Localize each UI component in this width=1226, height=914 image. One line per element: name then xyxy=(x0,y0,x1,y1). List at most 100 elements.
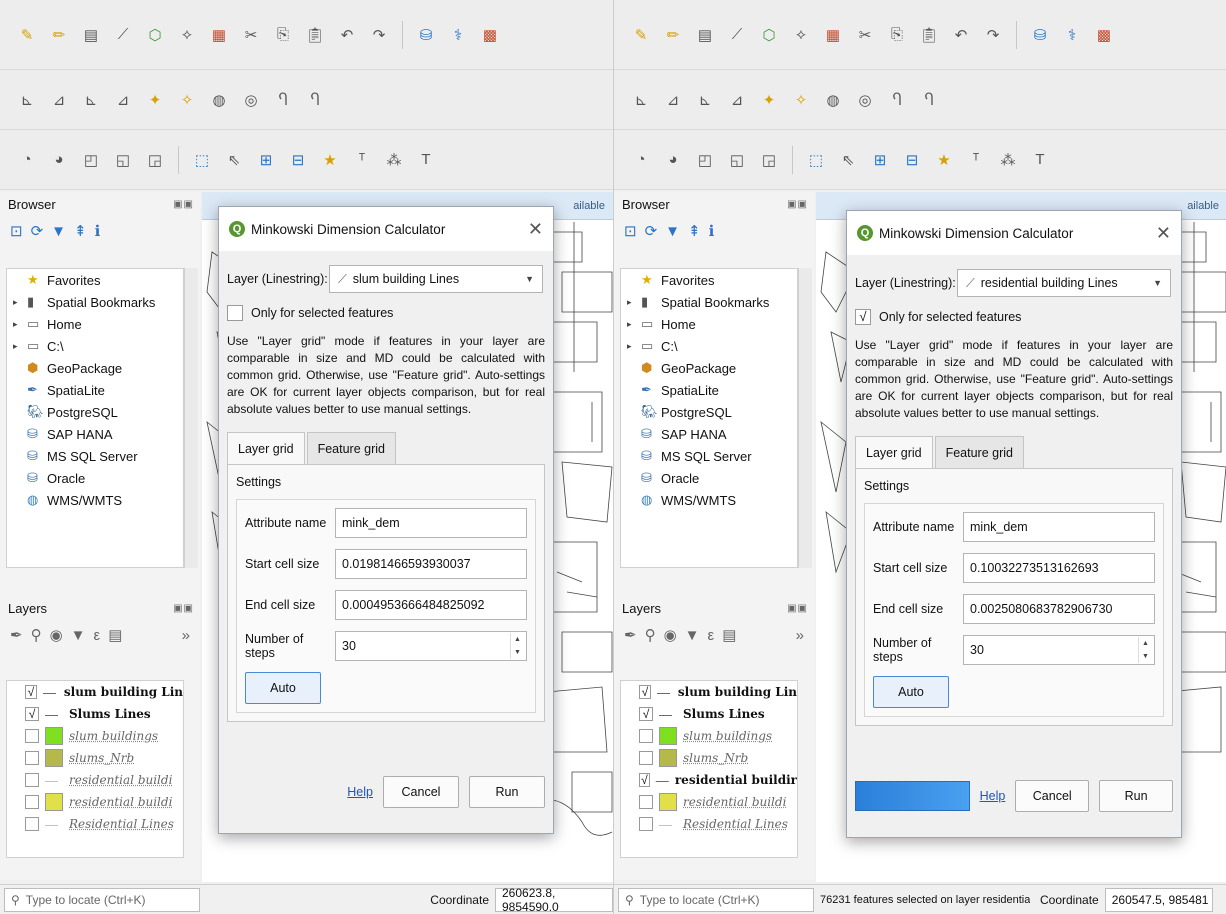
end-cell-input[interactable]: 0.0025080683782906730 xyxy=(963,594,1155,624)
browser-item[interactable]: ✒ SpatiaLite xyxy=(621,379,797,401)
highlight-icon[interactable]: ✦ xyxy=(142,87,168,113)
save-edits-icon[interactable]: ▤ xyxy=(78,22,104,48)
browser-item[interactable]: 🐘︎ PostgreSQL xyxy=(7,401,183,423)
browser-item[interactable]: ◍ WMS/WMTS xyxy=(621,489,797,511)
browser-item[interactable]: ⛁ SAP HANA xyxy=(621,423,797,445)
add-ring-icon[interactable]: ⊟ xyxy=(899,147,925,173)
paste-features-icon[interactable]: 📋︎ xyxy=(916,22,942,48)
plugin-icon[interactable]: ▩ xyxy=(477,22,503,48)
browser-item[interactable]: ★ Favorites xyxy=(7,269,183,291)
browser-item[interactable]: ★ Favorites xyxy=(621,269,797,291)
fill-ring-icon[interactable]: ◍ xyxy=(206,87,232,113)
tab-layer-grid[interactable]: Layer grid xyxy=(855,436,933,468)
pin-labels-icon[interactable]: ⁂ xyxy=(995,147,1021,173)
dock-buttons-icon[interactable]: ▣▣ xyxy=(173,603,194,614)
style-icon[interactable]: ✒ xyxy=(10,626,23,644)
expression-filter-icon[interactable]: ε xyxy=(708,627,715,644)
snap-edge-icon[interactable]: ⊿ xyxy=(724,87,750,113)
shape-arc-icon[interactable]: ◲ xyxy=(756,147,782,173)
layer-combobox[interactable]: ⟋ slum building Lines ▼ xyxy=(329,265,543,293)
dock-buttons-icon[interactable]: ▣▣ xyxy=(787,199,808,210)
add-selected-icon[interactable]: ⊡ xyxy=(10,222,23,240)
filter-legend-icon[interactable]: ▼ xyxy=(685,627,700,644)
layer-visibility-checkbox[interactable]: √ xyxy=(25,685,37,699)
browser-item[interactable]: ◍ WMS/WMTS xyxy=(7,489,183,511)
select-features-icon[interactable]: ⬚ xyxy=(189,147,215,173)
layer-item[interactable]: residential buildi xyxy=(7,791,183,813)
cut-features-icon[interactable]: ✂ xyxy=(852,22,878,48)
layer-combobox[interactable]: ⟋ residential building Lines ▼ xyxy=(957,269,1171,297)
add-part-icon[interactable]: ⊞ xyxy=(867,147,893,173)
steps-spinbox[interactable]: 30 ▲ ▼ xyxy=(963,635,1155,665)
auto-button[interactable]: Auto xyxy=(873,676,949,708)
info-icon[interactable]: ℹ xyxy=(709,222,715,240)
filter-icon[interactable]: ▼ xyxy=(665,223,680,240)
snap-vertex-icon[interactable]: ⊿ xyxy=(660,87,686,113)
shape-circle-icon[interactable]: ◔ xyxy=(14,147,40,173)
locator-bar[interactable]: ⚲ Type to locate (Ctrl+K) xyxy=(4,887,200,912)
info-icon[interactable]: ℹ xyxy=(95,222,101,240)
layer-visibility-checkbox[interactable] xyxy=(25,729,39,743)
browser-item[interactable]: ⬢ GeoPackage xyxy=(7,357,183,379)
dock-buttons-icon[interactable]: ▣▣ xyxy=(787,603,808,614)
star-tool-icon[interactable]: ★ xyxy=(931,147,957,173)
save-edits-icon[interactable]: ▤ xyxy=(692,22,718,48)
layer-item[interactable]: √ — Slums Lines xyxy=(7,703,183,725)
locator-bar[interactable]: ⚲ Type to locate (Ctrl+K) xyxy=(618,887,814,912)
delete-selected-icon[interactable]: ▦ xyxy=(820,22,846,48)
spin-arrows-icon[interactable]: ▲ ▼ xyxy=(1138,637,1152,663)
collapse-icon[interactable]: ⇞ xyxy=(688,222,701,240)
collapse-icon[interactable]: ⇞ xyxy=(74,222,87,240)
layer-item[interactable]: √ — slum building Lin xyxy=(621,681,797,703)
spin-arrows-icon[interactable]: ▲ ▼ xyxy=(510,633,524,659)
layer-visibility-checkbox[interactable]: √ xyxy=(639,707,653,721)
start-cell-input[interactable]: 0.10032273513162693 xyxy=(963,553,1155,583)
layer-item[interactable]: slums_Nrb xyxy=(7,747,183,769)
refresh-icon[interactable]: ⟳ xyxy=(645,222,658,240)
snap-icon[interactable]: ⊾ xyxy=(628,87,654,113)
fill-ring-icon[interactable]: ◍ xyxy=(820,87,846,113)
copy-features-icon[interactable]: ⎘ xyxy=(884,22,910,48)
run-button[interactable]: Run xyxy=(1099,780,1174,812)
layer-item[interactable]: — Residential Lines xyxy=(7,813,183,835)
coordinate-field[interactable]: 260547.5, 985481 xyxy=(1104,887,1213,912)
layer-visibility-checkbox[interactable] xyxy=(639,751,653,765)
offset-curve-alt-icon[interactable]: Ⴄ xyxy=(916,87,942,113)
browser-scrollbar[interactable] xyxy=(798,268,812,568)
shape-poly-icon[interactable]: ◱ xyxy=(724,147,750,173)
offset-curve-icon[interactable]: Ⴄ xyxy=(884,87,910,113)
layer-visibility-checkbox[interactable]: √ xyxy=(639,685,651,699)
plugin-icon[interactable]: ▩ xyxy=(1091,22,1117,48)
shape-arc-icon[interactable]: ◲ xyxy=(142,147,168,173)
vertex-tool-icon[interactable]: ⟡ xyxy=(174,22,200,48)
tab-feature-grid[interactable]: Feature grid xyxy=(306,432,396,464)
layer-visibility-checkbox[interactable] xyxy=(25,751,39,765)
browser-item[interactable]: ▸ ▭ C:\ xyxy=(621,335,797,357)
digitize-line-icon[interactable]: ⟋ xyxy=(110,22,136,48)
undo-icon[interactable]: ↶ xyxy=(334,22,360,48)
browser-item[interactable]: ▸ ▮ Spatial Bookmarks xyxy=(621,291,797,313)
pencil-icon[interactable]: ✏ xyxy=(46,22,72,48)
coordinate-field[interactable]: 260623.8, 9854590.0 xyxy=(495,886,613,914)
dock-buttons-icon[interactable]: ▣▣ xyxy=(173,199,194,210)
browser-item[interactable]: ▸ ▭ C:\ xyxy=(7,335,183,357)
start-cell-input[interactable]: 0.01981466593930037 xyxy=(335,549,527,579)
label-tool-icon[interactable]: ᵀ xyxy=(349,147,375,173)
pointer-icon[interactable]: ⇖ xyxy=(835,147,861,173)
attribute-input[interactable]: mink_dem xyxy=(335,508,527,538)
add-part-icon[interactable]: ⊞ xyxy=(253,147,279,173)
text-annotation-icon[interactable]: T xyxy=(1027,147,1053,173)
layer-visibility-checkbox[interactable] xyxy=(25,773,39,787)
offset-curve-icon[interactable]: Ⴄ xyxy=(270,87,296,113)
redo-icon[interactable]: ↷ xyxy=(980,22,1006,48)
browser-item[interactable]: ▸ ▭ Home xyxy=(621,313,797,335)
pin-labels-icon[interactable]: ⁂ xyxy=(381,147,407,173)
layer-item[interactable]: slums_Nrb xyxy=(621,747,797,769)
star-tool-icon[interactable]: ★ xyxy=(317,147,343,173)
digitize-line-icon[interactable]: ⟋ xyxy=(724,22,750,48)
layer-item[interactable]: slum buildings xyxy=(7,725,183,747)
shape-rect-icon[interactable]: ◰ xyxy=(78,147,104,173)
remove-layer-icon[interactable]: ▤ xyxy=(722,626,736,644)
expand-caret-icon[interactable]: ▸ xyxy=(13,319,21,330)
highlight-alt-icon[interactable]: ✧ xyxy=(788,87,814,113)
